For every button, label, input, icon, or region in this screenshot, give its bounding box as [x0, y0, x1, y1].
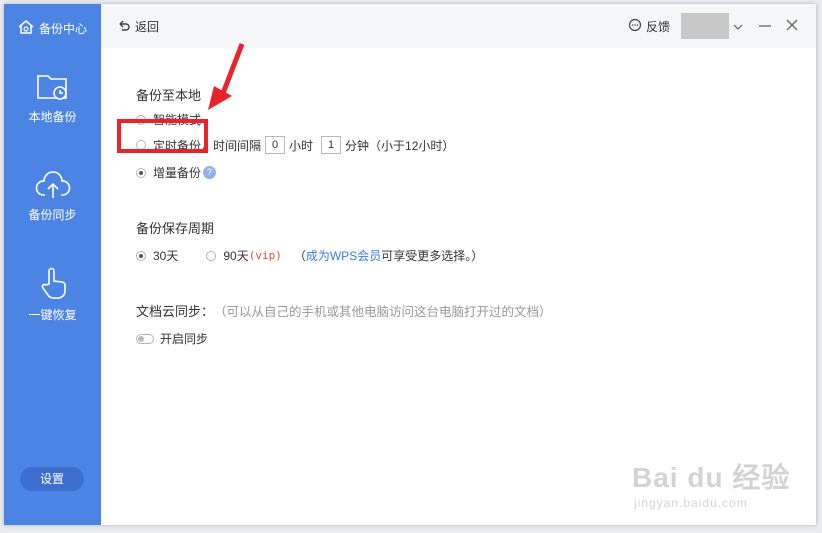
avatar[interactable] — [681, 13, 729, 39]
sync-toggle[interactable] — [136, 333, 154, 344]
cloud-sync-hint: （可以从自己的手机或其他电脑访问这台电脑打开过的文档） — [214, 305, 552, 319]
option-90-days: 90天 — [223, 249, 249, 263]
watermark-main: Bai du 经验 — [632, 462, 791, 493]
feedback-label: 反馈 — [646, 20, 671, 34]
sidebar-item-restore[interactable]: 一键恢复 — [4, 266, 101, 323]
sidebar-item-label: 备份同步 — [28, 208, 77, 222]
chevron-down-icon[interactable] — [733, 20, 743, 34]
radio-30-days[interactable] — [136, 250, 146, 261]
note-open: （ — [293, 249, 306, 263]
folder-clock-icon — [4, 72, 101, 102]
minutes-unit: 分钟（小于12小时） — [345, 138, 455, 153]
option-incremental[interactable]: 增量备份 ? — [136, 164, 217, 181]
radio-incremental[interactable] — [136, 167, 146, 178]
help-icon[interactable]: ? — [203, 166, 217, 179]
close-icon[interactable] — [785, 18, 799, 35]
sidebar-item-label: 一键恢复 — [28, 308, 77, 322]
minimize-icon[interactable] — [758, 18, 772, 35]
watermark-sub: jingyan.baidu.com — [634, 496, 748, 510]
settings-button[interactable]: 设置 — [20, 467, 84, 491]
cloud-sync-title: 文档云同步： — [136, 304, 215, 319]
red-arrow-annotation — [208, 43, 245, 110]
home-icon — [17, 18, 35, 39]
brand: 备份中心 — [17, 18, 87, 39]
sidebar-item-backup-sync[interactable]: 备份同步 — [4, 170, 101, 223]
feedback-button[interactable]: 反馈 — [628, 18, 670, 35]
hours-input[interactable]: 0 — [265, 136, 286, 154]
cloud-upload-icon — [4, 170, 101, 200]
option-30-days: 30天 — [153, 249, 179, 263]
back-label: 返回 — [135, 20, 160, 34]
sidebar-item-label: 本地备份 — [28, 110, 77, 124]
become-member-link[interactable]: 成为WPS会员 — [306, 247, 381, 264]
undo-arrow-icon — [117, 18, 131, 35]
brand-label: 备份中心 — [39, 22, 88, 36]
local-backup-title: 备份至本地 — [136, 88, 202, 103]
note-rest: 可享受更多选择。） — [381, 249, 484, 263]
sidebar: 备份中心 本地备份 备份同步 一键恢复 设置 — [4, 4, 101, 525]
cloud-sync-header: 文档云同步： （可以从自己的手机或其他电脑访问这台电脑打开过的文档） — [136, 301, 552, 320]
retention-options: 30天 90天 (vip) （ 成为WPS会员 可享受更多选择。） — [136, 247, 483, 264]
minutes-input[interactable]: 1 — [321, 136, 342, 154]
hours-unit: 小时 — [289, 138, 314, 153]
red-highlight-box — [117, 119, 208, 153]
backup-center-window: 备份中心 本地备份 备份同步 一键恢复 设置 返回 反馈 备份至本地 智能模式 … — [4, 4, 816, 525]
back-button[interactable]: 返回 — [117, 18, 159, 35]
cloud-sync-toggle-row[interactable]: 开启同步 — [136, 330, 208, 347]
baidu-watermark: Bai du 经验 jingyan.baidu.com — [632, 456, 790, 510]
radio-90-days[interactable] — [206, 250, 217, 261]
incremental-label: 增量备份 — [153, 166, 202, 180]
vip-tag: (vip) — [248, 249, 282, 262]
sync-toggle-label: 开启同步 — [160, 332, 209, 346]
sidebar-item-local-backup[interactable]: 本地备份 — [4, 72, 101, 125]
chat-bubble-icon — [628, 18, 642, 35]
interval-label: 时间间隔 — [213, 138, 262, 153]
retention-title: 备份保存周期 — [136, 221, 215, 236]
hand-pointer-icon — [4, 266, 101, 300]
